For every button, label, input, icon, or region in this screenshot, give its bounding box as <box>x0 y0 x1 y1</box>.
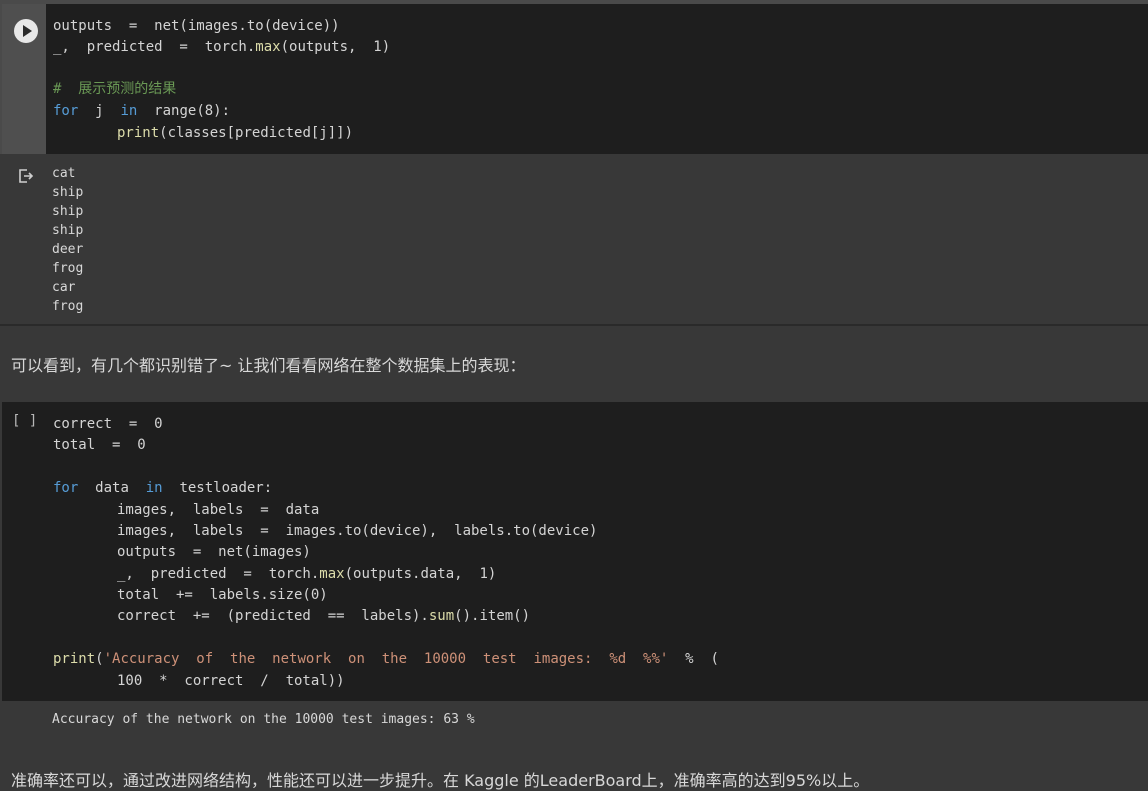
code-line: 100 * correct / total)) <box>117 673 345 689</box>
output-line: frog <box>52 299 84 314</box>
code-editor-1[interactable]: outputs = net(images.to(device)) _, pred… <box>46 4 1148 154</box>
output-line: ship <box>52 223 84 238</box>
output-line: ship <box>52 204 84 219</box>
output-line: frog <box>52 261 84 276</box>
code-line: print(classes[predicted[j]]) <box>117 125 354 141</box>
code-line: outputs = net(images) <box>117 544 311 560</box>
code-line: _, predicted = torch.max(outputs.data, 1… <box>117 566 497 582</box>
code-line: print('Accuracy of the network on the 10… <box>53 651 719 667</box>
code-line: total = 0 <box>53 437 146 453</box>
code-line: for data in testloader: <box>53 480 273 496</box>
markdown-text: 可以看到，有几个都识别错了~ 让我们看看网络在整个数据集上的表现： <box>11 356 526 375</box>
run-cell-button[interactable] <box>14 19 38 43</box>
output-line: ship <box>52 185 84 200</box>
code-line: images, labels = images.to(device), labe… <box>117 523 598 539</box>
output-line: cat <box>52 166 76 181</box>
code-line: total += labels.size(0) <box>117 587 328 603</box>
code-comment: # 展示预测的结果 <box>53 81 177 97</box>
output-line: car <box>52 280 76 295</box>
markdown-text: 准确率还可以，通过改进网络结构，性能还可以进一步提升。在 Kaggle 的Lea… <box>11 771 870 790</box>
execution-count[interactable]: [ ] <box>12 413 37 429</box>
cell-gutter <box>2 4 46 154</box>
output-redirect-icon[interactable] <box>18 168 34 184</box>
code-line: images, labels = data <box>117 502 320 518</box>
code-cell-1: outputs = net(images.to(device)) _, pred… <box>0 0 1148 154</box>
code-line: _, predicted = torch.max(outputs, 1) <box>53 39 391 55</box>
code-line: for j in range(8): <box>53 103 231 119</box>
output-line: deer <box>52 242 84 257</box>
cell-output-1: cat ship ship ship deer frog car frog <box>0 154 1148 326</box>
code-line: correct += (predicted == labels).sum().i… <box>117 608 531 624</box>
code-line: correct = 0 <box>53 416 163 432</box>
code-line: outputs = net(images.to(device)) <box>53 18 340 34</box>
code-editor-2[interactable]: correct = 0 total = 0 for data in testlo… <box>2 402 1148 701</box>
cell-output-2: Accuracy of the network on the 10000 tes… <box>52 712 475 727</box>
